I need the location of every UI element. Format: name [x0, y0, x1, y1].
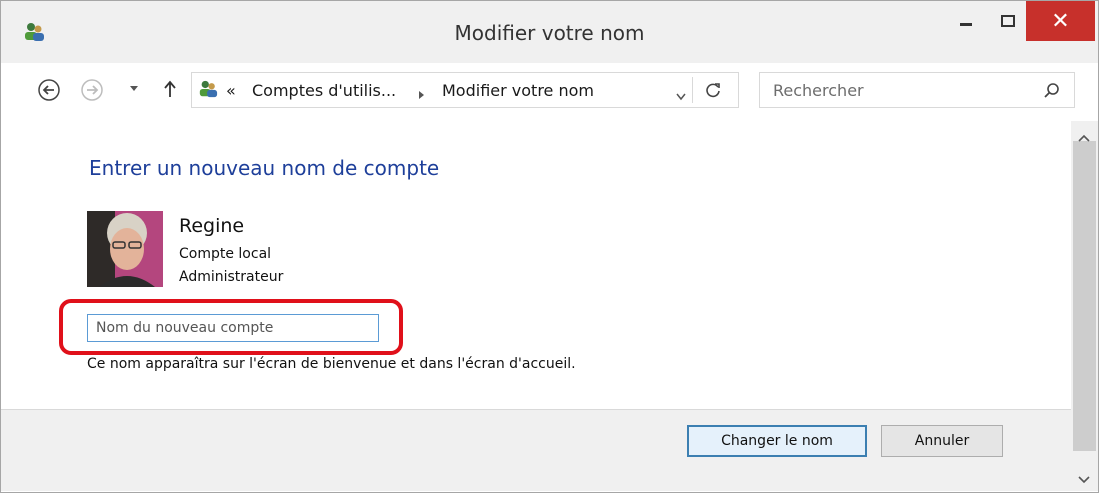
title-bar: Modifier votre nom ✕ — [1, 1, 1098, 63]
close-icon: ✕ — [1051, 8, 1070, 34]
highlight-box — [59, 299, 403, 355]
minimize-icon — [960, 12, 972, 31]
maximize-button[interactable] — [987, 1, 1029, 41]
back-arrow-icon[interactable] — [37, 78, 61, 102]
breadcrumb-overflow[interactable]: « — [226, 81, 236, 100]
address-divider — [692, 77, 693, 103]
cancel-button[interactable]: Annuler — [881, 425, 1003, 457]
chevron-down-icon[interactable] — [129, 85, 139, 93]
chevron-down-icon[interactable] — [676, 86, 686, 105]
account-role: Administrateur — [179, 269, 284, 285]
change-name-button[interactable]: Changer le nom — [687, 425, 867, 457]
up-arrow-icon[interactable] — [162, 79, 178, 99]
account-type: Compte local — [179, 246, 272, 262]
search-icon[interactable] — [1044, 82, 1060, 102]
close-button[interactable]: ✕ — [1026, 1, 1095, 41]
breadcrumb-item-comptes[interactable]: Comptes d'utilis... — [252, 81, 396, 100]
breadcrumb-item-modifier[interactable]: Modifier votre nom — [442, 81, 594, 100]
search-input[interactable]: Rechercher — [773, 81, 864, 100]
forward-arrow-icon[interactable] — [80, 78, 104, 102]
maximize-icon — [1001, 12, 1015, 31]
chevron-right-icon[interactable] — [418, 85, 425, 104]
refresh-icon[interactable] — [704, 81, 722, 103]
window-title: Modifier votre nom — [454, 21, 645, 45]
breadcrumb[interactable]: « Comptes d'utilis... Modifier votre nom — [191, 72, 739, 108]
page-title: Entrer un nouveau nom de compte — [89, 156, 440, 180]
users-icon — [198, 79, 218, 103]
scroll-down-icon[interactable] — [1078, 469, 1090, 488]
scrollbar-thumb[interactable] — [1073, 141, 1096, 451]
avatar — [87, 211, 163, 287]
minimize-button[interactable] — [945, 1, 987, 41]
scroll-up-icon[interactable] — [1078, 127, 1090, 146]
search-box[interactable]: Rechercher — [759, 72, 1075, 108]
name-hint: Ce nom apparaîtra sur l'écran de bienven… — [87, 356, 576, 372]
user-name: Regine — [179, 215, 245, 237]
dialog-window: Modifier votre nom ✕ « Comptes d'utilis.… — [0, 0, 1099, 493]
